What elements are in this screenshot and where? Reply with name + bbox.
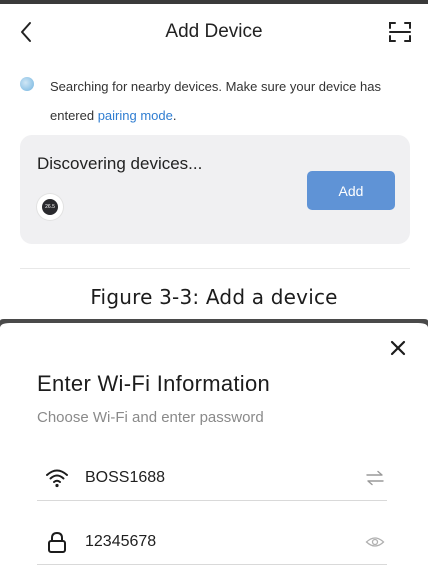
search-hint-end: . <box>172 108 177 123</box>
page-title: Add Device <box>165 21 263 42</box>
field-underline <box>37 564 387 565</box>
wifi-password-field[interactable]: 12345678 <box>37 521 387 565</box>
pairing-mode-link[interactable]: pairing mode <box>98 108 173 123</box>
discovering-title: Discovering devices... <box>37 154 203 173</box>
add-button[interactable]: Add <box>307 171 395 210</box>
thermostat-icon: 26.5 <box>37 194 63 220</box>
search-hint: Searching for nearby devices. Make sure … <box>50 72 410 130</box>
wifi-ssid-field[interactable]: BOSS1688 <box>37 457 387 501</box>
close-icon <box>390 340 406 356</box>
lock-icon <box>48 531 66 553</box>
add-device-screen: Add Device Searching for nearby devices.… <box>0 0 428 269</box>
field-underline <box>37 500 387 501</box>
wifi-subtitle: Choose Wi-Fi and enter password <box>37 409 264 426</box>
sheet-top-edge <box>0 319 428 328</box>
searching-indicator-icon <box>20 77 34 91</box>
switch-network-icon[interactable] <box>365 469 385 487</box>
device-display: 26.5 <box>42 199 58 215</box>
wifi-ssid-value: BOSS1688 <box>85 469 166 486</box>
scan-frame-icon <box>389 22 411 42</box>
app-header: Add Device <box>0 4 428 60</box>
scan-button[interactable] <box>388 20 412 44</box>
wifi-password-value: 12345678 <box>85 533 157 550</box>
device-display-label: 26.5 <box>45 204 55 210</box>
wifi-icon <box>46 469 68 488</box>
wifi-sheet: Enter Wi-Fi Information Choose Wi-Fi and… <box>0 318 428 575</box>
figure-caption: Figure 3-3: Add a device <box>90 285 338 309</box>
wifi-title: Enter Wi-Fi Information <box>37 371 271 396</box>
discovering-card: Discovering devices... 26.5 Add <box>20 135 410 244</box>
close-button[interactable] <box>388 338 408 358</box>
divider <box>20 268 410 269</box>
eye-icon[interactable] <box>365 533 385 551</box>
